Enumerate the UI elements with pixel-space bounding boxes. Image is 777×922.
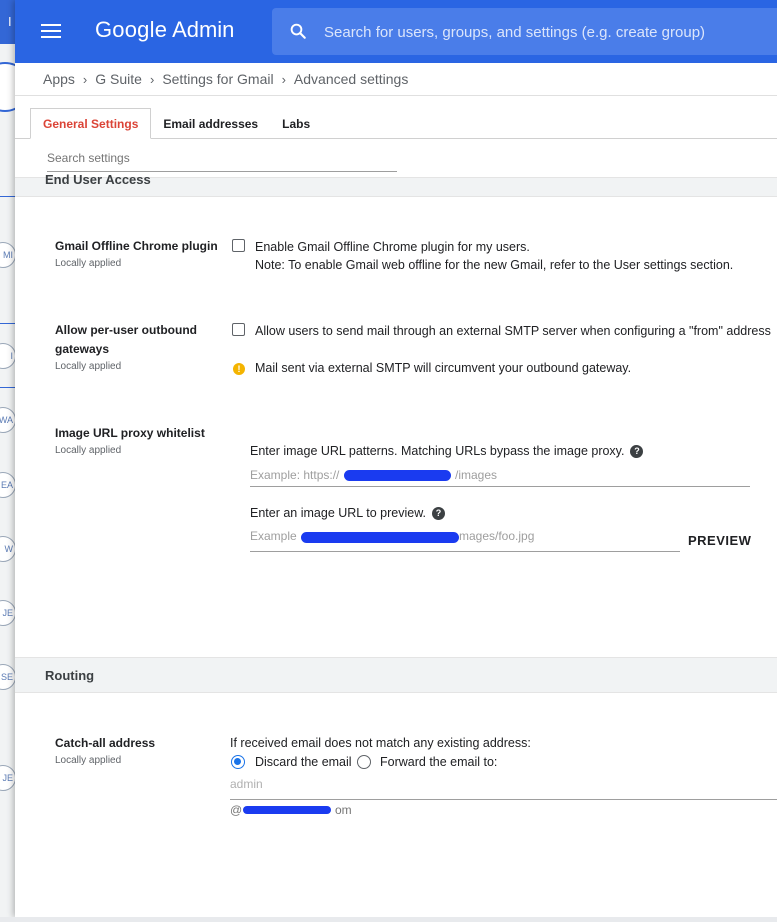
- desktop-edge: [0, 917, 777, 922]
- admin-window: Google Admin Apps › G Suite › Settings f…: [15, 0, 777, 917]
- help-icon[interactable]: ?: [432, 506, 446, 520]
- setting-label-offline: Gmail Offline Chrome plugin: [55, 239, 218, 253]
- smtp-warning-text: Mail sent via external SMTP will circumv…: [255, 361, 632, 375]
- global-search-input[interactable]: [324, 21, 777, 43]
- setting-scope: Locally applied: [55, 361, 122, 372]
- preview-url-placeholder-tail: mages/foo.jpg: [459, 529, 535, 543]
- breadcrumb-gmail-settings[interactable]: Settings for Gmail: [162, 71, 273, 87]
- chevron-right-icon: ›: [82, 71, 88, 87]
- preview-url-label: Enter an image URL to preview.?: [250, 506, 446, 520]
- breadcrumb-apps[interactable]: Apps: [43, 71, 75, 87]
- breadcrumb-advanced-settings: Advanced settings: [293, 71, 409, 87]
- chevron-right-icon: ›: [149, 71, 155, 87]
- redaction-mark: [301, 532, 459, 543]
- redaction-mark: [243, 806, 331, 814]
- preview-url-placeholder: Example: [250, 529, 297, 543]
- background-avatar: MI: [0, 242, 16, 268]
- forward-address-placeholder: admin: [230, 777, 263, 791]
- redaction-mark: [344, 470, 451, 481]
- discard-email-label: Discard the email: [255, 755, 352, 769]
- domain-suffix: om: [335, 803, 352, 817]
- chevron-right-icon: ›: [281, 71, 286, 87]
- offline-plugin-note: Note: To enable Gmail web offline for th…: [255, 258, 734, 272]
- url-patterns-placeholder: Example: https://: [250, 468, 340, 482]
- google-admin-logo[interactable]: Google Admin: [95, 17, 234, 43]
- setting-label-catchall: Catch-all address: [55, 736, 156, 750]
- background-window-title: I: [8, 14, 12, 29]
- url-patterns-placeholder-tail: /images: [455, 468, 498, 482]
- url-patterns-label-text: Enter image URL patterns. Matching URLs …: [250, 444, 625, 458]
- domain-prefix: @: [230, 803, 243, 817]
- background-avatar: W: [0, 536, 16, 562]
- smtp-gateway-checkbox-label: Allow users to send mail through an exte…: [255, 324, 771, 338]
- help-icon[interactable]: ?: [630, 444, 644, 458]
- settings-tabs: General Settings Email addresses Labs: [30, 108, 322, 139]
- global-search-box[interactable]: [272, 8, 777, 55]
- section-header-end-user-access: End User Access: [15, 172, 777, 197]
- app-header: Google Admin: [15, 0, 777, 63]
- tab-general-settings[interactable]: General Settings: [30, 108, 152, 139]
- warning-icon: !: [233, 363, 245, 375]
- logo-google-text: Google: [95, 17, 168, 42]
- breadcrumb-gsuite[interactable]: G Suite: [95, 71, 142, 87]
- background-avatar: WA: [0, 407, 16, 433]
- settings-search-input[interactable]: [47, 145, 397, 172]
- tab-labs[interactable]: Labs: [270, 108, 322, 139]
- menu-icon[interactable]: [41, 24, 61, 38]
- background-avatar: JE: [0, 600, 16, 626]
- forward-email-radio[interactable]: [357, 755, 371, 769]
- tab-email-addresses[interactable]: Email addresses: [151, 108, 270, 139]
- offline-plugin-checkbox[interactable]: [232, 239, 245, 252]
- preview-button[interactable]: PREVIEW: [688, 533, 751, 548]
- background-avatar: SE: [0, 664, 16, 690]
- section-title: End User Access: [45, 172, 151, 187]
- setting-label-gateway-line2: gateways: [55, 342, 110, 356]
- setting-scope: Locally applied: [55, 445, 122, 456]
- background-avatar: I: [0, 343, 16, 369]
- forward-address-input[interactable]: [230, 778, 777, 800]
- setting-scope: Locally applied: [55, 258, 122, 269]
- divider: [15, 95, 777, 96]
- logo-admin-text: Admin: [172, 17, 235, 42]
- setting-scope: Locally applied: [55, 755, 122, 766]
- background-avatar: EA: [0, 472, 16, 498]
- smtp-gateway-checkbox[interactable]: [232, 323, 245, 336]
- setting-label-gateway-line1: Allow per-user outbound: [55, 323, 197, 337]
- background-avatar: JE: [0, 765, 16, 791]
- forward-email-label: Forward the email to:: [380, 755, 498, 769]
- section-title: Routing: [45, 668, 95, 683]
- section-header-routing: Routing: [15, 657, 777, 693]
- search-icon: [290, 23, 306, 39]
- discard-email-radio[interactable]: [231, 755, 245, 769]
- breadcrumb: Apps › G Suite › Settings for Gmail › Ad…: [43, 69, 408, 89]
- offline-plugin-checkbox-label: Enable Gmail Offline Chrome plugin for m…: [255, 240, 530, 254]
- setting-label-image-proxy: Image URL proxy whitelist: [55, 426, 205, 440]
- url-patterns-label: Enter image URL patterns. Matching URLs …: [250, 444, 644, 458]
- catchall-prompt: If received email does not match any exi…: [230, 736, 531, 750]
- preview-url-label-text: Enter an image URL to preview.: [250, 506, 427, 520]
